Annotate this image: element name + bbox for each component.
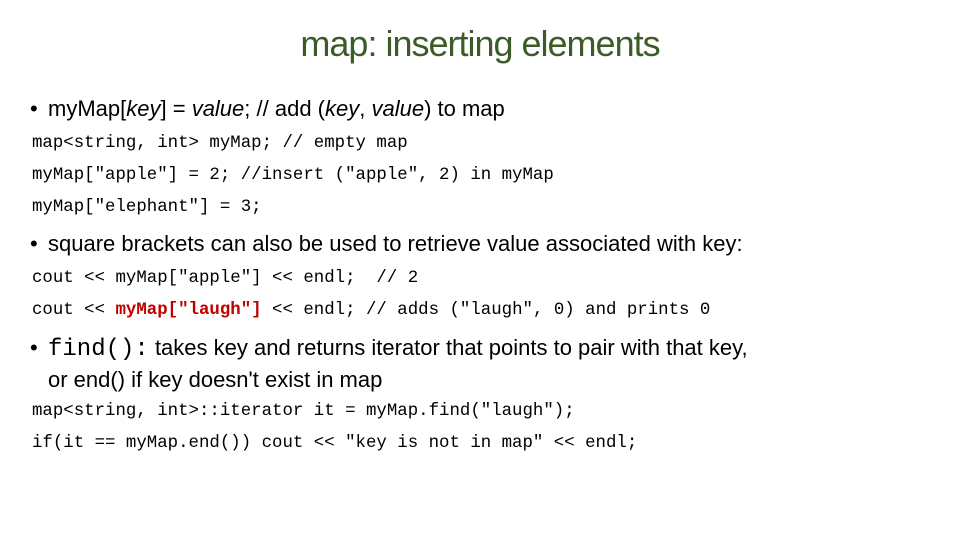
bullet-icon: •	[30, 335, 38, 360]
bullet-find: • find(): takes key and returns iterator …	[30, 335, 748, 392]
bullet-icon: •	[30, 231, 38, 256]
bullet-subscript-assign: • myMap[key] = value; // add (key, value)…	[30, 94, 505, 124]
code-line: cout << myMap["laugh"] << endl; // adds …	[32, 301, 711, 320]
highlighted-expression: myMap["laugh"]	[115, 301, 262, 320]
code-line: map<string, int>::iterator it = myMap.fi…	[32, 402, 575, 421]
code-line: if(it == myMap.end()) cout << "key is no…	[32, 434, 638, 453]
code-block-insert: map<string, int> myMap; // empty map myMa…	[32, 133, 554, 219]
code-line: myMap["elephant"] = 3;	[32, 198, 262, 217]
bullet-icon: •	[30, 96, 38, 121]
code-line: cout << myMap["apple"] << endl; // 2	[32, 269, 419, 288]
bullet-retrieve: • square brackets can also be used to ret…	[30, 229, 743, 259]
code-block-retrieve: cout << myMap["apple"] << endl; // 2 cout…	[32, 268, 710, 322]
code-block-find: map<string, int>::iterator it = myMap.fi…	[32, 401, 637, 455]
code-line: myMap["apple"] = 2; //insert ("apple", 2…	[32, 166, 554, 185]
slide-title: map: inserting elements	[300, 23, 660, 64]
find-code: find():	[48, 336, 149, 363]
code-line: map<string, int> myMap; // empty map	[32, 134, 408, 153]
